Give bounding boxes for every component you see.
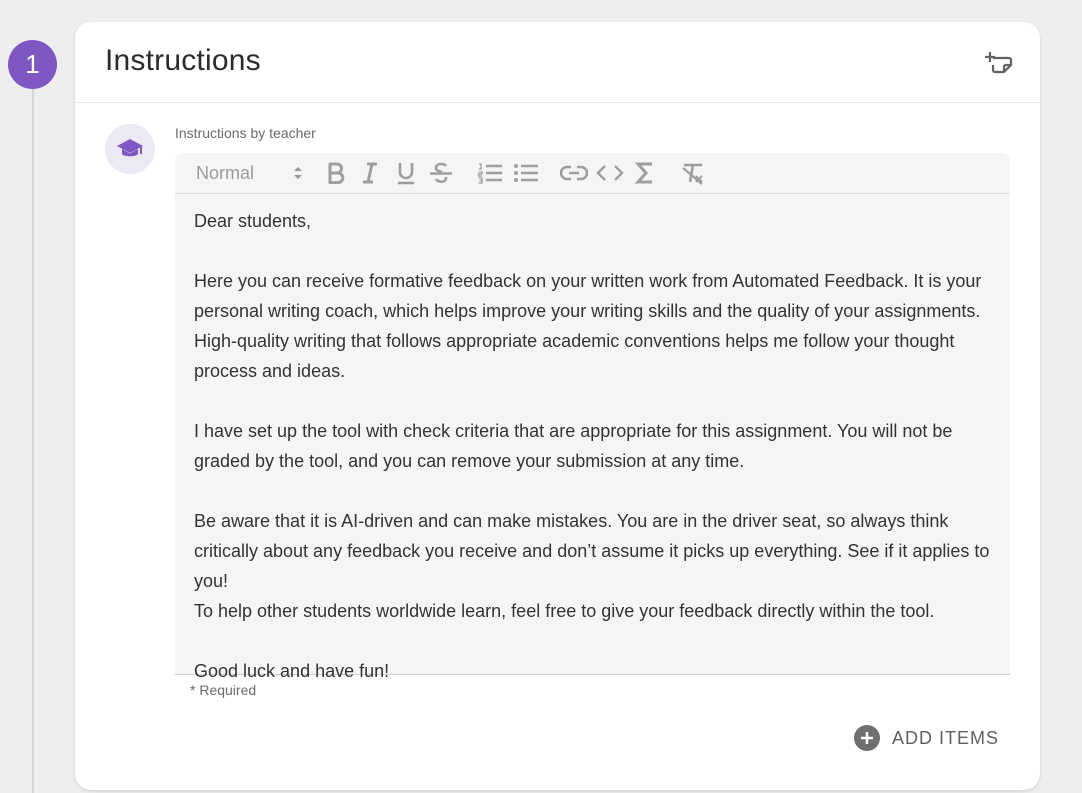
editor-content[interactable]: Dear students, Here you can receive forma… [194, 206, 999, 686]
instructions-card: Instructions Instructions by teacher Nor [75, 22, 1040, 790]
teacher-avatar [105, 124, 155, 174]
editor-paragraph: To help other students worldwide learn, … [194, 601, 935, 621]
editor-paragraph: I have set up the tool with check criter… [194, 421, 953, 471]
step-number-badge: 1 [8, 40, 57, 89]
required-note: * Required [190, 682, 257, 698]
formula-button[interactable] [630, 159, 660, 187]
italic-button[interactable] [355, 159, 385, 187]
page: 1 Instructions Instructions by teacher N… [0, 0, 1082, 793]
sigma-icon [635, 162, 652, 184]
rich-text-editor[interactable]: Normal Dear students, Here you can recei… [175, 153, 1010, 681]
graduation-cap-icon [117, 139, 143, 157]
add-items-label: ADD ITEMS [892, 727, 1000, 748]
italic-icon [363, 162, 377, 184]
select-arrows-icon [294, 167, 302, 179]
editor-paragraph: Dear students, [194, 211, 312, 231]
strikethrough-button[interactable] [426, 159, 456, 187]
editor-paragraph: Good luck and have fun! [194, 661, 390, 681]
card-title: Instructions [105, 44, 261, 77]
editor-blank-line [194, 386, 999, 416]
add-items-button[interactable]: ADD ITEMS [854, 722, 999, 754]
editor-blank-line [194, 236, 999, 266]
code-icon [596, 165, 624, 181]
link-button[interactable] [559, 159, 589, 187]
instructions-by-teacher-label: Instructions by teacher [175, 125, 316, 141]
underline-button[interactable] [391, 159, 421, 187]
clear-format-icon [682, 163, 703, 185]
bold-button[interactable] [321, 159, 351, 187]
step-number: 1 [25, 49, 40, 79]
add-note-button[interactable] [984, 50, 1014, 76]
underline-icon [398, 163, 414, 185]
card-header: Instructions [75, 22, 1040, 103]
add-note-icon [985, 52, 1013, 74]
editor-paragraph: Be aware that it is AI-driven and can ma… [194, 511, 990, 591]
ordered-list-icon [477, 163, 502, 184]
clear-format-button[interactable] [678, 159, 708, 187]
editor-paragraph: Here you can receive formative feedback … [194, 271, 982, 381]
code-button[interactable] [595, 159, 625, 187]
editor-blank-line [194, 476, 999, 506]
bullet-list-icon [514, 164, 538, 182]
text-format-select-value: Normal [196, 162, 255, 183]
text-format-select[interactable]: Normal [187, 160, 303, 186]
ordered-list-button[interactable] [475, 159, 505, 187]
editor-toolbar: Normal [175, 153, 1010, 194]
bold-icon [328, 162, 345, 184]
link-icon [560, 165, 588, 181]
editor-blank-line [194, 626, 999, 656]
step-connector-line [32, 88, 34, 793]
bullet-list-button[interactable] [511, 159, 541, 187]
strikethrough-icon [430, 162, 452, 184]
plus-circle-icon [854, 725, 880, 751]
